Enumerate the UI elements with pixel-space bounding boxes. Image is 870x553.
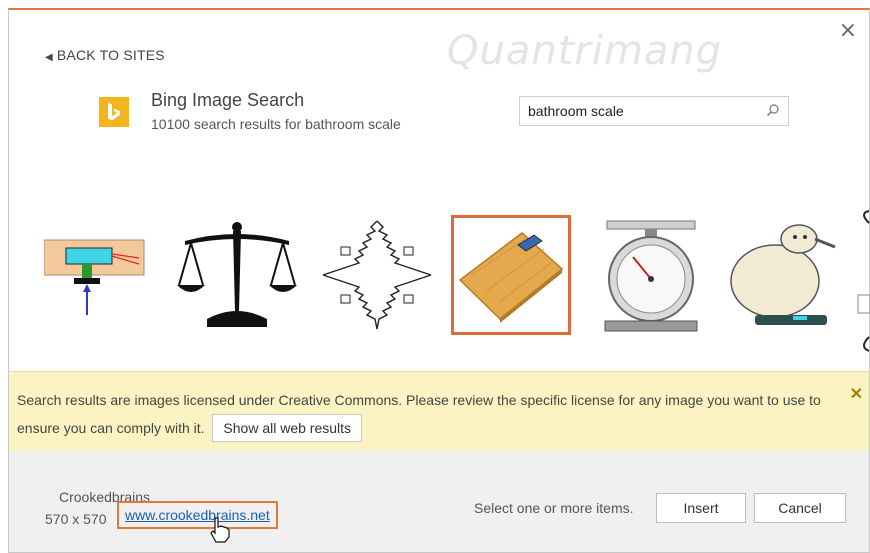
result-thumbnail[interactable] [317,215,437,335]
bridge-diagram-image [322,220,432,330]
back-arrow-icon: ◀ [45,52,53,63]
result-thumbnail[interactable] [39,215,159,335]
result-thumbnail[interactable] [177,215,297,335]
results-summary: 10100 search results for bathroom scale [151,116,401,132]
banner-close-icon[interactable]: ✕ [850,384,863,404]
result-thumbnail-selected[interactable] [451,215,571,335]
search-input[interactable] [526,102,760,120]
circuit-diagram-image [44,239,145,315]
dialog-footer: Crookedbrains 570 x 570 www.crookedbrain… [9,451,869,552]
provider-name: Bing Image Search [151,90,305,110]
license-notice: Search results are images licensed under… [17,386,837,442]
cancel-button[interactable]: Cancel [754,493,846,523]
next-results-arrow[interactable] [857,205,870,355]
hand-cursor-icon [209,517,231,548]
license-banner: Search results are images licensed under… [9,371,869,453]
license-text: Search results are images licensed under… [17,392,821,436]
selection-hint: Select one or more items. [474,500,634,516]
show-all-web-results-button[interactable]: Show all web results [212,414,363,442]
result-thumbnail[interactable] [591,215,711,335]
watermark: Quantrimang [447,28,723,74]
attribution-link[interactable]: www.crookedbrains.net [117,501,278,529]
kitchen-scale-image [604,220,698,332]
image-results [39,215,859,335]
result-thumbnail[interactable] [723,215,843,335]
back-label: BACK TO SITES [56,47,165,63]
sheep-cartoon-image [730,224,836,325]
image-dimensions: 570 x 570 [45,511,107,527]
balance-scale-image [177,222,297,327]
search-icon[interactable] [766,103,780,122]
bing-logo-icon [99,97,129,127]
bathroom-scale-image [458,232,564,323]
insert-button[interactable]: Insert [656,493,746,523]
back-to-sites-link[interactable]: ◀ BACK TO SITES [45,47,165,63]
close-dialog-button[interactable]: × [839,20,857,42]
search-box[interactable] [519,96,789,126]
insert-pictures-dialog: × ◀ BACK TO SITES Quantrimang Bing Image … [8,8,870,553]
